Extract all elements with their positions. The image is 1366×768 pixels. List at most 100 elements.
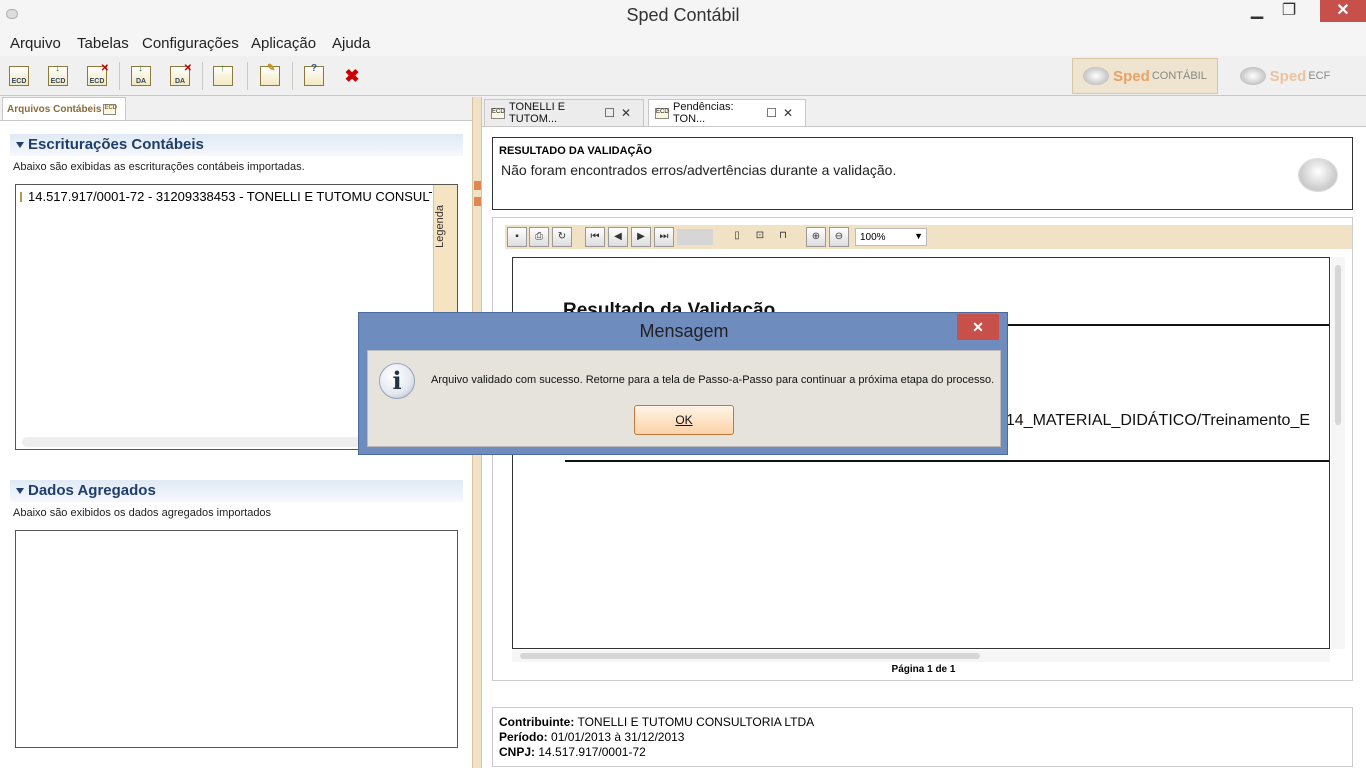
import-da-icon: ↓ DA xyxy=(131,63,151,86)
sped-ecf-brand-button[interactable]: Sped ECF xyxy=(1222,58,1348,94)
toolbar-separator xyxy=(202,62,203,90)
cnpj-label: CNPJ: xyxy=(499,745,536,759)
toolbar-separator xyxy=(292,62,293,90)
dialog-close-button[interactable]: ✕ xyxy=(957,314,999,340)
ecd-icon: ECD xyxy=(655,107,669,119)
sped-contabil-brand-button[interactable]: Sped CONTÁBIL xyxy=(1072,58,1218,94)
scroll-thumb[interactable] xyxy=(520,653,980,659)
dialog-title: Mensagem xyxy=(639,321,729,341)
sped-logo-icon xyxy=(1239,67,1266,85)
zoom-select[interactable]: 100% ▼ xyxy=(855,228,927,246)
sped-globe-icon xyxy=(1298,158,1338,192)
help-icon: ? xyxy=(304,63,324,86)
brand-sub-label: CONTÁBIL xyxy=(1151,70,1207,82)
menu-bar: Arquivo Tabelas Configurações Aplicação … xyxy=(0,31,1366,56)
viewer-toolbar: ▪ ⎙ ↻ ⏮ ◀ ▶ ⏭ ▯ ⊡ ⊓ ⊕ ⊖ 100% ▼ xyxy=(505,225,1352,249)
print-icon[interactable]: ⎙ xyxy=(529,227,549,247)
fit-page-icon[interactable]: ⊡ xyxy=(750,227,770,247)
collapse-triangle-icon[interactable] xyxy=(16,142,24,148)
dados-agregados-list[interactable] xyxy=(15,530,458,748)
dialog-body: i Arquivo validado com sucesso. Retorne … xyxy=(367,350,1001,447)
legend-label: Legenda xyxy=(434,205,446,248)
section-title: Dados Agregados xyxy=(28,482,156,499)
page-number-field[interactable] xyxy=(677,229,713,245)
zoom-out-icon[interactable]: ⊖ xyxy=(829,227,849,247)
minimize-button[interactable]: ▁ xyxy=(1240,0,1274,22)
next-page-icon[interactable]: ▶ xyxy=(631,227,651,247)
contribuinte-value: TONELLI E TUTOMU CONSULTORIA LTDA xyxy=(577,715,815,729)
info-icon: i xyxy=(379,363,415,399)
horizontal-scrollbar[interactable] xyxy=(512,650,1330,662)
window-title: Sped Contábil xyxy=(626,5,740,25)
brand-sped-label: Sped xyxy=(1269,67,1307,85)
import-ecd-button[interactable]: ECD xyxy=(6,64,32,88)
tab-escrituracao[interactable]: ECD TONELLI E TUTOM... ☐✕ xyxy=(484,99,644,126)
menu-tabelas[interactable]: Tabelas xyxy=(77,35,129,52)
chevron-down-icon[interactable]: ▼ xyxy=(914,231,923,241)
toolbar-separator xyxy=(119,62,120,90)
last-page-icon[interactable]: ⏭ xyxy=(654,227,674,247)
tab-label: TONELLI E TUTOM... xyxy=(509,101,566,125)
menu-arquivo[interactable]: Arquivo xyxy=(10,35,61,52)
result-header: RESULTADO DA VALIDAÇÃO xyxy=(499,145,652,157)
zoom-value: 100% xyxy=(860,232,886,243)
actual-size-icon[interactable]: ▯ xyxy=(727,227,747,247)
tab-pendencias[interactable]: ECD Pendências: TON... ☐✕ xyxy=(648,99,806,126)
periodo-label: Período: xyxy=(499,730,548,744)
fit-width-icon[interactable]: ⊓ xyxy=(773,227,793,247)
scroll-thumb[interactable] xyxy=(1335,265,1341,425)
help-button[interactable]: ? xyxy=(301,63,327,88)
list-item-label: 14.517.917/0001-72 - 31209338453 - TONEL… xyxy=(28,189,432,204)
prev-page-icon[interactable]: ◀ xyxy=(608,227,628,247)
delete-ecd-button[interactable]: ✕ ECD xyxy=(84,63,110,88)
edit-button[interactable]: ✎ xyxy=(257,63,283,88)
tab-arquivos-contabeis[interactable]: Arquivos Contábeis ECD xyxy=(2,97,126,121)
brand-sped-label: Sped xyxy=(1113,67,1150,85)
ok-button[interactable]: OK xyxy=(634,405,734,435)
import-da-button[interactable]: ↓ DA xyxy=(128,63,154,88)
result-text: Não foram encontrados erros/advertências… xyxy=(501,162,897,178)
import-ecd-icon: ECD xyxy=(9,66,29,86)
section-description: Abaixo são exibidos os dados agregados i… xyxy=(13,507,272,519)
legend-toggle[interactable]: Legenda xyxy=(433,185,457,313)
tab-label: Pendências: TON... xyxy=(673,101,734,125)
delete-da-icon: ✕ DA xyxy=(170,63,192,86)
contributor-info: Contribuinte: TONELLI E TUTOMU CONSULTOR… xyxy=(492,707,1353,767)
splitter-right-arrow-icon[interactable] xyxy=(474,197,481,206)
title-bar: Sped Contábil ▁ ❐ ✕ xyxy=(0,0,1366,31)
tab-controls[interactable]: ☐✕ xyxy=(766,106,799,120)
delete-da-button[interactable]: ✕ DA xyxy=(167,63,193,88)
zoom-in-icon[interactable]: ⊕ xyxy=(806,227,826,247)
close-tool-button[interactable]: ✖ xyxy=(339,64,365,88)
export-icon: ↑ xyxy=(213,63,233,86)
refresh-icon[interactable]: ↻ xyxy=(552,227,572,247)
dialog-message: Arquivo validado com sucesso. Retorne pa… xyxy=(431,374,995,386)
splitter-left-arrow-icon[interactable] xyxy=(474,181,481,190)
delete-ecd-icon: ✕ ECD xyxy=(87,63,109,86)
menu-configuracoes[interactable]: Configurações xyxy=(142,35,239,52)
collapse-triangle-icon[interactable] xyxy=(16,488,24,494)
validate-ecd-button[interactable]: ↓ ECD xyxy=(45,63,71,88)
message-dialog: Mensagem ✕ i Arquivo validado com sucess… xyxy=(358,312,1008,455)
toolbar-separator xyxy=(247,62,248,90)
save-icon[interactable]: ▪ xyxy=(507,227,527,247)
maximize-button[interactable]: ❐ xyxy=(1272,0,1306,22)
list-item[interactable]: 14.517.917/0001-72 - 31209338453 - TONEL… xyxy=(20,189,432,204)
vertical-scrollbar[interactable] xyxy=(1331,257,1345,649)
close-window-button[interactable]: ✕ xyxy=(1320,0,1366,22)
section-escrituracoes[interactable]: Escriturações Contábeis xyxy=(10,134,463,156)
ok-label: OK xyxy=(675,413,693,427)
validation-result-box: RESULTADO DA VALIDAÇÃO Não foram encontr… xyxy=(492,137,1353,210)
close-icon: ✖ xyxy=(344,65,360,86)
horizontal-scrollbar[interactable] xyxy=(22,437,362,447)
report-path: 014_MATERIAL_DIDÁTICO/Treinamento_E xyxy=(997,412,1311,429)
section-dados-agregados[interactable]: Dados Agregados xyxy=(10,480,463,502)
section-title: Escriturações Contábeis xyxy=(28,136,204,153)
first-page-icon[interactable]: ⏮ xyxy=(585,227,605,247)
tab-controls[interactable]: ☐✕ xyxy=(604,106,637,120)
menu-aplicacao[interactable]: Aplicação xyxy=(251,35,316,52)
export-button[interactable]: ↑ xyxy=(210,63,236,88)
menu-ajuda[interactable]: Ajuda xyxy=(332,35,370,52)
ecd-icon: ECD xyxy=(491,107,505,119)
cnpj-value: 14.517.917/0001-72 xyxy=(538,745,646,759)
